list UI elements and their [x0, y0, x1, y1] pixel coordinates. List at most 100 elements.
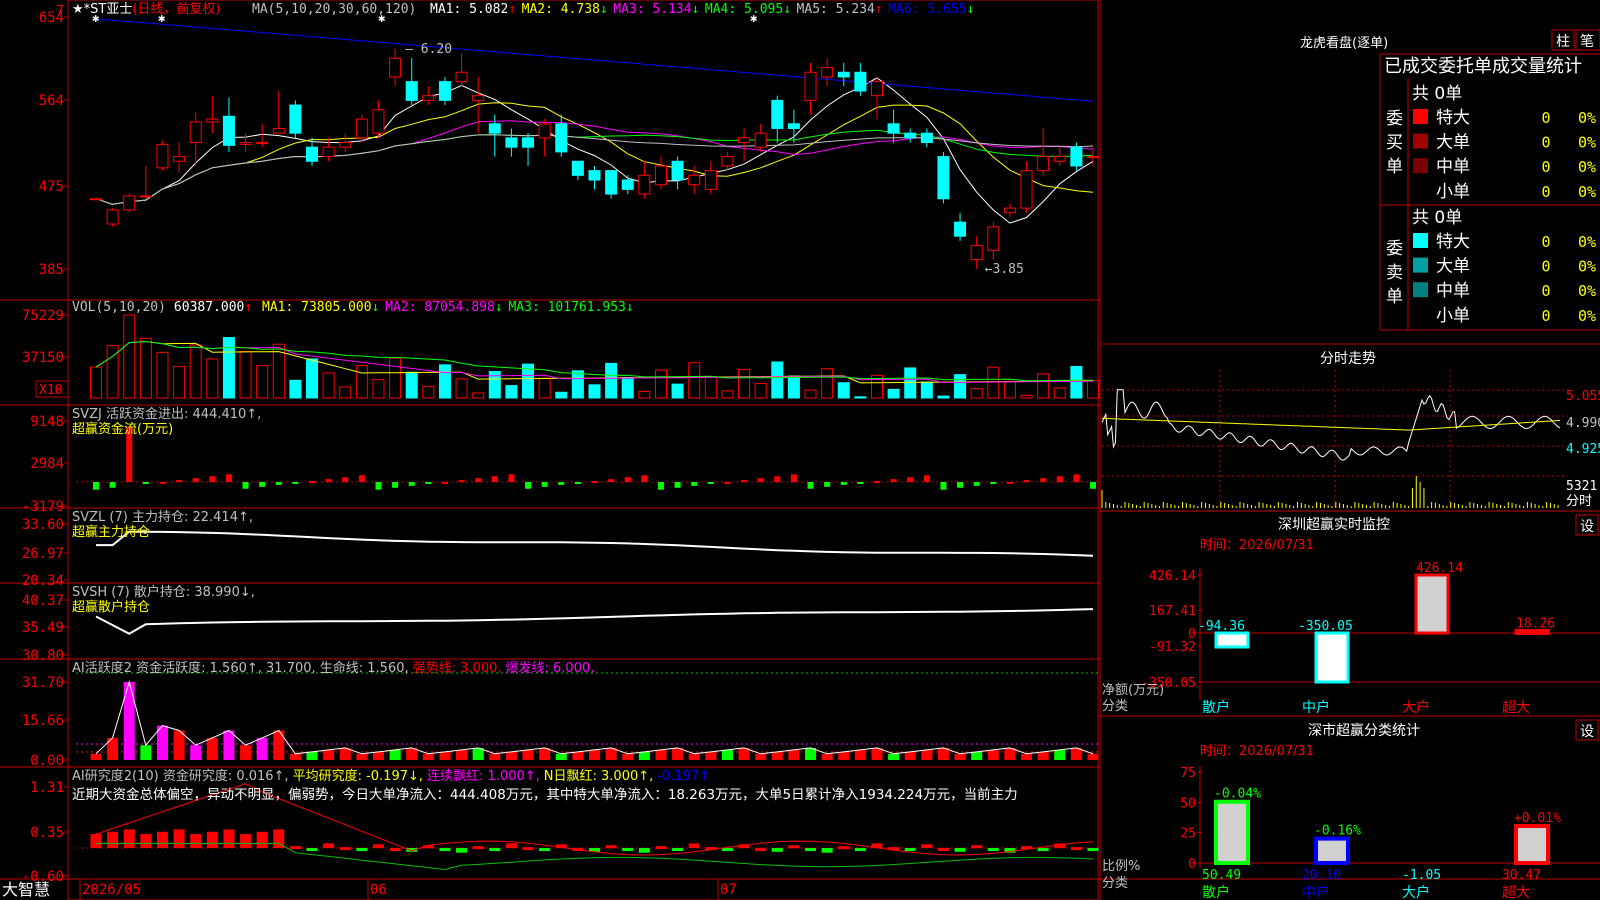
volume-bar: [804, 389, 817, 399]
fs-title: 分时走势: [1320, 351, 1376, 367]
svzj-bar: [674, 482, 681, 488]
volume-bar: [1020, 394, 1033, 399]
sell-row-swatch: [1413, 306, 1428, 322]
y-tick-label: 31.70: [22, 675, 64, 691]
svzj-bar: [392, 482, 399, 488]
ai-research-bar: [937, 848, 949, 852]
sz-tick-label: 426.14: [1149, 569, 1196, 584]
sell-side-char: 卖: [1386, 263, 1403, 283]
volume-bar: [1003, 380, 1016, 399]
svzj-bar: [259, 482, 266, 487]
ai-avg: 平均研究度: -0.197↓,: [293, 768, 423, 784]
volume-bar: [571, 370, 584, 399]
svzj-bar: [225, 474, 232, 482]
svzj-bar: [707, 482, 714, 484]
sell-row-pct: 0%: [1578, 282, 1596, 300]
ai-active-bar: [522, 749, 534, 760]
sz-bar: [1414, 573, 1450, 635]
buy-row-name: 小单: [1436, 182, 1470, 202]
svzj-bar: [973, 482, 980, 486]
cls-value-label: 50.49: [1202, 868, 1241, 883]
svzj-bar: [657, 482, 664, 490]
candle-body: [239, 142, 252, 145]
sell-row-count: 0: [1541, 282, 1550, 300]
ai-active-bar: [555, 753, 567, 760]
volume-bar: [505, 385, 518, 399]
ai-active-chart[interactable]: [76, 672, 1099, 760]
svzj-bar: [325, 479, 332, 482]
volume-bar: [1070, 366, 1083, 399]
volume-bar: [605, 362, 618, 399]
volume-bar: [123, 314, 136, 399]
svzj-bar: [209, 476, 216, 482]
candle-body: [372, 109, 385, 134]
ai-active-bar: [821, 753, 833, 760]
svzj-bar: [441, 482, 448, 484]
cls-bar: [1314, 836, 1350, 865]
ai-active-bar: [1021, 753, 1033, 760]
ma-legend-item: MA6: 5.655↓: [888, 2, 974, 17]
y-tick-label: 0.00: [30, 753, 64, 769]
cls-stats-chart[interactable]: 75 50 25 0 -0.04% 50.49 -0.16% 20.10 -1.05 +0.01%…: [1180, 766, 1600, 900]
candle-body: [522, 137, 535, 148]
y-tick-label: 40.37: [22, 593, 64, 609]
sz-monitor-chart[interactable]: 426.14167.410-91.32-350.05-94.36 -350.054…: [1141, 561, 1600, 716]
ai-research-bar: [372, 844, 384, 849]
ai-research-bar: [921, 844, 933, 849]
candle-body: [156, 143, 169, 169]
svzj-bar: [458, 480, 465, 483]
sz-bar-label: -94.36: [1198, 619, 1245, 634]
y-tick-label: 30.80: [22, 648, 64, 664]
ai-active-label: AI活跃度2 资金活跃度: 1.560↑, 31.700, 生命线: 1.560…: [72, 660, 409, 676]
ai-active-bar: [655, 749, 667, 760]
ai-active-bar: [206, 737, 218, 760]
ai-active-bar: [90, 753, 102, 760]
ai-active-bar: [589, 749, 600, 760]
stock-name: ★*ST亚士: [72, 2, 132, 17]
candle-body: [106, 209, 119, 225]
ai-research-bar: [987, 848, 999, 852]
ai-active-line: [95, 680, 1094, 755]
volume-chart[interactable]: [90, 314, 1099, 399]
candle-body: [605, 170, 618, 195]
price-chart[interactable]: — 6.20←3.85✱ ✱ ✱ ✱: [90, 11, 1099, 277]
volume-bar: [355, 365, 368, 399]
sell-side-char: 委: [1386, 239, 1403, 259]
y-tick-label: 2984: [30, 456, 64, 472]
svzj-bar: [342, 477, 349, 482]
svzj-bar: [375, 482, 382, 490]
volume-bar: [887, 388, 900, 399]
ai-research-bar: [1087, 848, 1099, 852]
svzj-bar: [309, 481, 316, 484]
svzl-chart[interactable]: [96, 530, 1094, 557]
candle-body: [621, 179, 634, 190]
sell-row-name: 大单: [1436, 257, 1470, 277]
ai-research-bar: [655, 846, 667, 850]
candle-body: [771, 99, 784, 129]
candle-body: [472, 95, 485, 101]
svzj-bar: [1040, 478, 1047, 482]
volume-bar: [688, 362, 701, 399]
ai-research-bar: [821, 848, 833, 853]
panel-borders: [0, 0, 1600, 900]
ai-research-bar: [256, 831, 268, 849]
stock-chart-canvas[interactable]: 654564475385752293715091482984-317933.60…: [0, 0, 1600, 900]
volume-bar: [937, 395, 950, 399]
volume-bar: [854, 396, 867, 399]
candle-body: [389, 57, 402, 78]
vol-label: VOL(5,10,20): [72, 300, 166, 315]
cls-category: 中户: [1302, 884, 1330, 900]
svsh-chart[interactable]: [95, 608, 1094, 635]
intraday-chart[interactable]: 5.055 4.990 4.925 5321分时: [1101, 370, 1600, 509]
buy-row-pct: 0%: [1578, 158, 1596, 176]
sz-bar: [1214, 631, 1250, 649]
ai-active-bar: [638, 751, 650, 760]
candle-body: [1037, 156, 1050, 172]
corner-mark: 7: [56, 4, 64, 19]
svzj-bar: [608, 479, 615, 482]
cls-tick-label: 0: [1188, 857, 1196, 872]
svzj-chart[interactable]: [76, 427, 1098, 490]
svsh-line: [95, 608, 1094, 635]
sz-tick-label: -91.32: [1149, 640, 1196, 655]
fs-vol-caption: 分时: [1566, 494, 1592, 509]
